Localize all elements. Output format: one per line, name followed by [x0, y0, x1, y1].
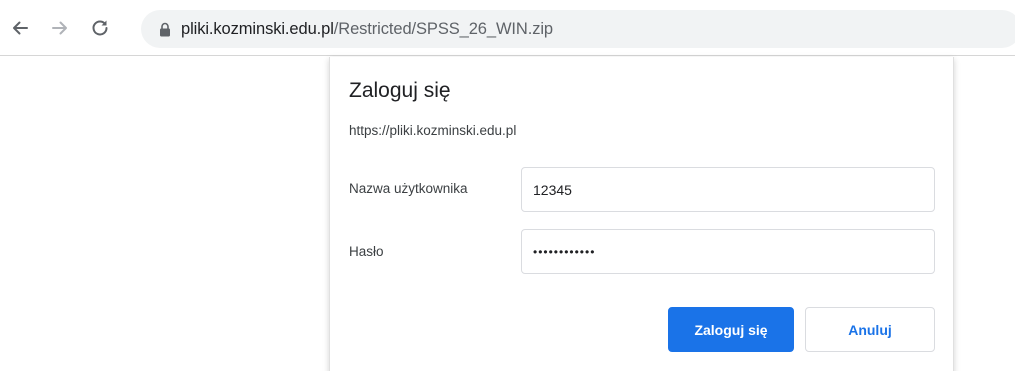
- login-dialog: Zaloguj się https://pliki.kozminski.edu.…: [329, 57, 954, 371]
- url-path: /Restricted/SPSS_26_WIN.zip: [333, 19, 554, 38]
- lock-icon[interactable]: [159, 21, 171, 37]
- arrow-left-icon: [13, 21, 28, 35]
- username-label: Nazwa użytkownika: [349, 181, 468, 196]
- dialog-origin: https://pliki.kozminski.edu.pl: [349, 123, 517, 138]
- password-input[interactable]: [521, 229, 935, 274]
- username-input[interactable]: [521, 167, 935, 212]
- reload-icon: [92, 20, 108, 36]
- login-button[interactable]: Zaloguj się: [668, 307, 794, 352]
- browser-toolbar: pliki.kozminski.edu.pl/Restricted/SPSS_2…: [0, 0, 1015, 56]
- url-host: pliki.kozminski.edu.pl: [181, 19, 334, 38]
- url-text[interactable]: pliki.kozminski.edu.pl/Restricted/SPSS_2…: [181, 20, 553, 39]
- password-label: Hasło: [349, 244, 384, 259]
- browser-page: pliki.kozminski.edu.pl/Restricted/SPSS_2…: [0, 0, 1015, 371]
- back-button[interactable]: [6, 14, 34, 42]
- arrow-right-icon: [52, 21, 67, 35]
- dialog-title: Zaloguj się: [349, 79, 451, 102]
- cancel-button[interactable]: Anuluj: [805, 307, 935, 352]
- forward-button[interactable]: [46, 14, 74, 42]
- reload-button[interactable]: [86, 14, 114, 42]
- address-bar[interactable]: pliki.kozminski.edu.pl/Restricted/SPSS_2…: [141, 10, 1015, 48]
